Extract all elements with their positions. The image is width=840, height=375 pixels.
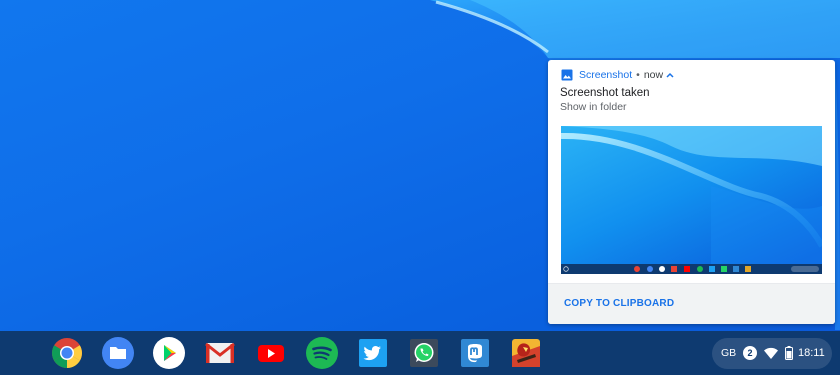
- notification-count-badge: 2: [743, 346, 757, 360]
- gmail-icon: [205, 342, 235, 363]
- input-method-indicator: GB: [721, 347, 737, 359]
- mastodon-app[interactable]: [458, 336, 492, 370]
- twitter-icon: [359, 339, 387, 367]
- spotify-icon: [306, 337, 338, 369]
- game-app[interactable]: [509, 336, 543, 370]
- spotify-app[interactable]: [305, 336, 339, 370]
- screenshot-preview[interactable]: [561, 126, 822, 274]
- play-store-app[interactable]: [152, 336, 186, 370]
- wifi-icon: [764, 347, 778, 359]
- desktop: Screenshot • now Screenshot taken Show i…: [0, 0, 840, 375]
- folder-icon: [102, 337, 134, 369]
- twitter-app[interactable]: [356, 336, 390, 370]
- gmail-app[interactable]: [203, 336, 237, 370]
- battery-icon: [785, 346, 793, 360]
- mastodon-icon: [461, 339, 489, 367]
- whatsapp-icon: [410, 339, 438, 367]
- clock: 18:11: [798, 347, 825, 359]
- chevron-up-icon[interactable]: [666, 72, 674, 78]
- notification-header: Screenshot • now: [561, 68, 674, 82]
- image-icon: [561, 69, 573, 81]
- chrome-icon: [52, 338, 82, 369]
- youtube-app[interactable]: [254, 336, 288, 370]
- whatsapp-app[interactable]: [407, 336, 441, 370]
- notification-app-name: Screenshot: [579, 69, 633, 81]
- notification-actions: COPY TO CLIPBOARD: [548, 283, 835, 324]
- status-tray[interactable]: GB 2 18:11: [712, 338, 832, 369]
- files-app[interactable]: [101, 336, 135, 370]
- youtube-icon: [258, 345, 284, 362]
- screenshot-notification[interactable]: Screenshot • now Screenshot taken Show i…: [548, 60, 835, 324]
- play-store-icon: [153, 337, 185, 369]
- show-in-folder-link[interactable]: Show in folder: [560, 101, 627, 113]
- notification-time: now: [643, 69, 664, 81]
- chrome-app[interactable]: [50, 336, 84, 370]
- header-separator: •: [636, 69, 640, 81]
- notification-title: Screenshot taken: [560, 87, 650, 99]
- game-icon: [512, 339, 540, 367]
- copy-to-clipboard-button[interactable]: COPY TO CLIPBOARD: [564, 298, 674, 309]
- preview-image: [561, 126, 822, 274]
